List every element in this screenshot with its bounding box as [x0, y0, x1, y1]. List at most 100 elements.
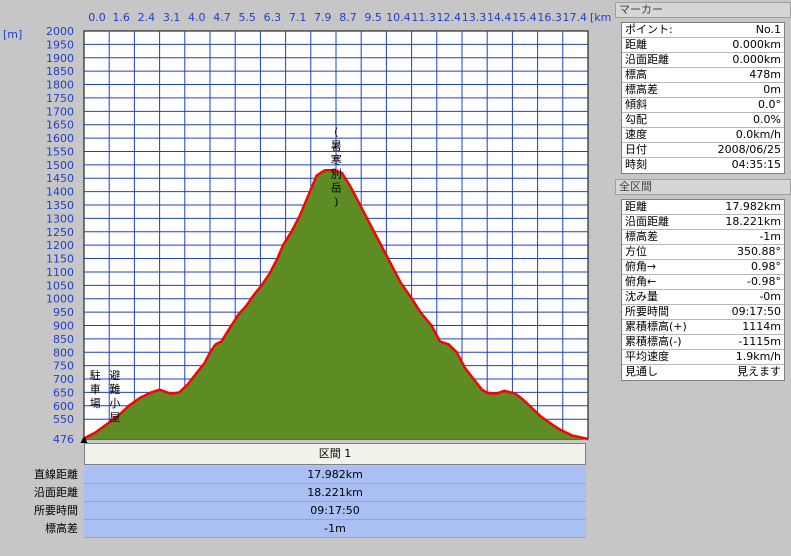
y-tick-label: 1400 [46, 186, 74, 199]
panel-row-label: 方位 [625, 245, 647, 258]
panel-row-value: 09:17:50 [731, 305, 781, 318]
panel-row: 速度 0.0km/h [622, 128, 784, 143]
panel-row: 日付 2008/06/25 [622, 143, 784, 158]
panel-row: 所要時間 09:17:50 [622, 305, 784, 320]
panel-row-label: 傾斜 [625, 98, 647, 111]
panel-row: 距離 17.982km [622, 200, 784, 215]
y-tick-label: 1700 [46, 105, 74, 118]
panel-row-value: 478m [749, 68, 781, 81]
x-tick-label: 7.9 [314, 11, 332, 24]
marker-panel-title: マーカー [615, 2, 791, 18]
panel-row-label: 勾配 [625, 113, 647, 126]
x-tick-label: 16.3 [537, 11, 562, 24]
y-tick-label: 900 [53, 319, 74, 332]
section-header-button[interactable]: 区間 1 [84, 443, 586, 465]
panel-row-value: 0.000km [732, 53, 781, 66]
panel-row: 勾配 0.0% [622, 113, 784, 128]
panel-row-value: -0.98° [747, 275, 781, 288]
y-tick-label: 1350 [46, 199, 74, 212]
panel-row: 平均速度 1.9km/h [622, 350, 784, 365]
panel-row: 標高差 -1m [622, 230, 784, 245]
elevation-chart[interactable]: 0.0 1.6 2.4 3.1 4.0 4.7 5.5 6.3 7.1 7.9 8.7 9.5 10.4… [0, 0, 612, 443]
x-tick-label: 3.1 [163, 11, 181, 24]
y-tick-label: 476 [53, 433, 74, 443]
y-tick-label: 1250 [46, 226, 74, 239]
panel-row-value: -0m [759, 290, 781, 303]
panel-row-label: 標高差 [625, 230, 658, 243]
x-unit-label: [km] [590, 11, 612, 24]
panel-row-label: 標高差 [625, 83, 658, 96]
panel-row-label: 日付 [625, 143, 647, 156]
panel-row-label: 距離 [625, 38, 647, 51]
panel-row-value: 0.98° [751, 260, 781, 273]
x-axis-ticks: 0.0 1.6 2.4 3.1 4.0 4.7 5.5 6.3 7.1 7.9 8.7 9.5 10.4… [88, 11, 587, 24]
y-tick-label: 1100 [46, 266, 74, 279]
x-tick-label: 15.4 [512, 11, 537, 24]
summary-label: 標高差 [45, 522, 78, 535]
y-tick-label: 1850 [46, 65, 74, 78]
x-tick-label: 10.4 [386, 11, 411, 24]
y-tick-label: 1800 [46, 79, 74, 92]
y-tick-label: 600 [53, 400, 74, 413]
summary-value: 09:17:50 [84, 502, 586, 520]
x-tick-label: 13.3 [462, 11, 487, 24]
y-tick-label: 1150 [46, 253, 74, 266]
x-tick-label: 4.7 [213, 11, 231, 24]
summary-label: 沿面距離 [34, 486, 78, 499]
all-sections-panel: 距離 17.982km 沿面距離 18.221km 標高差 -1m 方位 350.88° 俯角→… [621, 199, 785, 381]
panel-row-label: 沈み量 [625, 290, 658, 303]
y-tick-label: 1600 [46, 132, 74, 145]
panel-row-value: 0.0% [753, 113, 781, 126]
panel-row: 見通し 見えます [622, 365, 784, 380]
y-tick-label: 700 [53, 373, 74, 386]
y-tick-label: 800 [53, 346, 74, 359]
panel-row: ポイント: No.1 [622, 23, 784, 38]
marker-panel: ポイント: No.1 距離 0.000km 沿面距離 0.000km 標高 478m 標高差 0m… [621, 22, 785, 174]
panel-row-value: 0.0° [758, 98, 781, 111]
panel-row-value: 2008/06/25 [717, 143, 781, 156]
panel-row: 傾斜 0.0° [622, 98, 784, 113]
y-tick-label: 1900 [46, 52, 74, 65]
panel-row-value: 0.0km/h [735, 128, 781, 141]
panel-row-value: 18.221km [725, 215, 781, 228]
panel-row: 標高差 0m [622, 83, 784, 98]
panel-row-label: 平均速度 [625, 350, 669, 363]
panel-row: 標高 478m [622, 68, 784, 83]
y-tick-label: 1300 [46, 212, 74, 225]
y-unit-label: [m] [3, 28, 22, 41]
section-summary: 直線距離 17.982km 沿面距離 18.221km 所要時間 09:17:50 標高差 -… [0, 466, 588, 538]
y-tick-label: 1550 [46, 145, 74, 158]
x-tick-label: 14.4 [487, 11, 512, 24]
panel-row-label: ポイント: [625, 23, 673, 36]
panel-row-value: 1114m [742, 320, 781, 333]
panel-row-value: No.1 [755, 23, 781, 36]
panel-row-label: 俯角→ [625, 260, 657, 273]
y-tick-label: 550 [53, 413, 74, 426]
panel-row-label: 標高 [625, 68, 647, 81]
summary-row: 所要時間 09:17:50 [0, 502, 588, 520]
panel-row-value: 350.88° [737, 245, 781, 258]
panel-row: 時刻 04:35:15 [622, 158, 784, 173]
x-tick-label: 5.5 [238, 11, 256, 24]
x-tick-label: 0.0 [88, 11, 106, 24]
y-tick-label: 1750 [46, 92, 74, 105]
summary-label: 直線距離 [34, 468, 78, 481]
summary-value: 18.221km [84, 484, 586, 502]
panel-row: 沿面距離 0.000km [622, 53, 784, 68]
y-tick-label: 1450 [46, 172, 74, 185]
x-tick-label: 4.0 [188, 11, 206, 24]
summary-row: 直線距離 17.982km [0, 466, 588, 484]
panel-row: 俯角← -0.98° [622, 275, 784, 290]
x-tick-label: 17.4 [563, 11, 588, 24]
x-tick-label: 2.4 [138, 11, 156, 24]
y-tick-label: 1500 [46, 159, 74, 172]
annotation-label: 駐車場 [90, 368, 101, 410]
summary-row: 標高差 -1m [0, 520, 588, 538]
y-tick-label: 1650 [46, 119, 74, 132]
y-tick-label: 750 [53, 360, 74, 373]
x-tick-label: 7.1 [289, 11, 307, 24]
panel-row-label: 沿面距離 [625, 53, 669, 66]
panel-row-label: 速度 [625, 128, 647, 141]
panel-row-label: 時刻 [625, 158, 647, 171]
x-tick-label: 6.3 [264, 11, 282, 24]
